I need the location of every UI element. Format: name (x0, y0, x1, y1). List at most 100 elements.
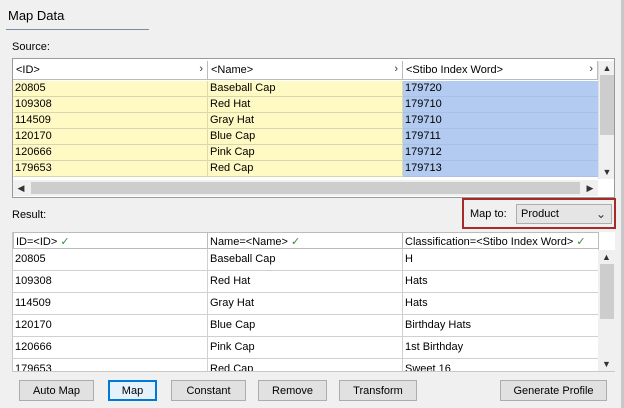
table-cell[interactable]: Blue Cap (208, 315, 403, 337)
table-cell[interactable]: 114509 (13, 293, 208, 315)
column-header-label: Name=<Name> (210, 236, 288, 248)
scroll-down-icon[interactable]: ▼ (598, 357, 615, 371)
title-underline (6, 29, 149, 30)
table-cell[interactable]: 20805 (13, 249, 208, 271)
source-grid[interactable]: <ID> › <Name> › <Stibo Index Word> › 208… (12, 58, 615, 198)
source-grid-header: <ID> › <Name> › <Stibo Index Word> › (13, 61, 598, 80)
table-cell[interactable]: Red Hat (208, 97, 403, 113)
result-grid-body: 20805 Baseball Cap H 109308 Red Hat Hats… (13, 249, 599, 371)
table-cell[interactable]: Blue Cap (208, 129, 403, 145)
table-row[interactable]: 114509 Gray Hat Hats (13, 293, 599, 315)
scroll-right-icon[interactable]: ▶ (582, 180, 598, 196)
map-to-group: Map to: Product ⌄ (462, 198, 616, 229)
table-row[interactable]: 120666 Pink Cap 1st Birthday (13, 337, 599, 359)
result-column-header-classification[interactable]: Classification=<Stibo Index Word> ✓ (403, 232, 599, 249)
chevron-right-icon: › (394, 63, 398, 75)
table-row[interactable]: 179653 Red Cap Sweet 16 (13, 359, 599, 371)
column-header-label: ID=<ID> (16, 236, 58, 248)
table-cell[interactable]: 120170 (13, 315, 208, 337)
column-header-label: <Name> (211, 64, 254, 76)
table-cell[interactable]: 114509 (13, 113, 208, 129)
table-cell[interactable]: 179713 (403, 161, 598, 177)
result-grid[interactable]: ID=<ID> ✓ Name=<Name> ✓ Classification=<… (12, 232, 615, 372)
table-cell[interactable]: 179720 (403, 81, 598, 97)
scroll-up-icon[interactable]: ▲ (598, 250, 615, 264)
source-vertical-scrollbar[interactable]: ▲ ▼ (598, 61, 614, 179)
scrollbar-thumb[interactable] (600, 75, 614, 135)
checkmark-icon: ✓ (60, 236, 70, 248)
map-button[interactable]: Map (108, 380, 157, 401)
table-cell[interactable]: 120666 (13, 337, 208, 359)
table-cell[interactable]: 120666 (13, 145, 208, 161)
source-column-header-id[interactable]: <ID> › (13, 61, 208, 80)
table-cell[interactable]: Hats (403, 271, 599, 293)
result-column-header-name[interactable]: Name=<Name> ✓ (208, 232, 403, 249)
table-cell[interactable]: 179653 (13, 359, 208, 371)
map-to-dropdown[interactable]: Product ⌄ (516, 204, 612, 224)
table-row[interactable]: 20805 Baseball Cap 179720 (13, 81, 598, 97)
chevron-right-icon: › (199, 63, 203, 75)
column-header-label: <ID> (16, 64, 40, 76)
checkmark-icon: ✓ (576, 236, 586, 248)
table-cell[interactable]: 179710 (403, 113, 598, 129)
table-cell[interactable]: Red Cap (208, 161, 403, 177)
table-cell[interactable]: Red Hat (208, 271, 403, 293)
result-column-header-id[interactable]: ID=<ID> ✓ (13, 232, 208, 249)
table-cell[interactable]: Baseball Cap (208, 249, 403, 271)
table-cell[interactable]: Pink Cap (208, 145, 403, 161)
table-cell[interactable]: Sweet 16 (403, 359, 599, 371)
table-cell[interactable]: 20805 (13, 81, 208, 97)
scroll-up-icon[interactable]: ▲ (599, 61, 615, 75)
source-column-header-stibo-index-word[interactable]: <Stibo Index Word> › (403, 61, 598, 80)
table-cell[interactable]: 179710 (403, 97, 598, 113)
button-bar: Auto Map Map Constant Remove Transform G… (0, 380, 624, 404)
table-row[interactable]: 120170 Blue Cap Birthday Hats (13, 315, 599, 337)
remove-button[interactable]: Remove (258, 380, 327, 401)
table-cell[interactable]: 179712 (403, 145, 598, 161)
table-cell[interactable]: 120170 (13, 129, 208, 145)
table-cell[interactable]: 1st Birthday (403, 337, 599, 359)
source-grid-body: 20805 Baseball Cap 179720 109308 Red Hat… (13, 81, 598, 177)
table-row[interactable]: 109308 Red Hat 179710 (13, 97, 598, 113)
source-horizontal-scrollbar[interactable]: ◀ ▶ (13, 180, 598, 196)
table-cell[interactable]: Gray Hat (208, 113, 403, 129)
table-row[interactable]: 20805 Baseball Cap H (13, 249, 599, 271)
window-title: Map Data (8, 8, 65, 23)
table-cell[interactable]: Birthday Hats (403, 315, 599, 337)
table-cell[interactable]: H (403, 249, 599, 271)
chevron-right-icon: › (589, 63, 593, 75)
table-row[interactable]: 120666 Pink Cap 179712 (13, 145, 598, 161)
transform-button[interactable]: Transform (339, 380, 417, 401)
table-cell[interactable]: Hats (403, 293, 599, 315)
table-cell[interactable]: Pink Cap (208, 337, 403, 359)
table-cell[interactable]: Gray Hat (208, 293, 403, 315)
table-cell[interactable]: Baseball Cap (208, 81, 403, 97)
source-column-header-name[interactable]: <Name> › (208, 61, 403, 80)
auto-map-button[interactable]: Auto Map (19, 380, 94, 401)
checkmark-icon: ✓ (291, 236, 301, 248)
chevron-down-icon: ⌄ (595, 207, 606, 221)
table-cell[interactable]: 109308 (13, 97, 208, 113)
scroll-left-icon[interactable]: ◀ (13, 180, 29, 196)
scrollbar-thumb[interactable] (31, 182, 580, 194)
constant-button[interactable]: Constant (171, 380, 246, 401)
source-label: Source: (12, 41, 50, 53)
table-cell[interactable]: 109308 (13, 271, 208, 293)
table-row[interactable]: 120170 Blue Cap 179711 (13, 129, 598, 145)
column-header-label: <Stibo Index Word> (406, 64, 504, 76)
result-grid-header: ID=<ID> ✓ Name=<Name> ✓ Classification=<… (13, 232, 599, 249)
result-vertical-scrollbar[interactable]: ▲ ▼ (598, 250, 615, 371)
column-header-label: Classification=<Stibo Index Word> (405, 236, 574, 248)
result-label: Result: (12, 209, 47, 221)
map-to-label: Map to: (470, 208, 507, 220)
table-row[interactable]: 114509 Gray Hat 179710 (13, 113, 598, 129)
table-cell[interactable]: Red Cap (208, 359, 403, 371)
generate-profile-button[interactable]: Generate Profile (500, 380, 607, 401)
table-row[interactable]: 179653 Red Cap 179713 (13, 161, 598, 177)
map-to-selected-value: Product (521, 208, 559, 220)
table-cell[interactable]: 179711 (403, 129, 598, 145)
table-cell[interactable]: 179653 (13, 161, 208, 177)
scroll-down-icon[interactable]: ▼ (599, 165, 615, 179)
table-row[interactable]: 109308 Red Hat Hats (13, 271, 599, 293)
scrollbar-thumb[interactable] (600, 264, 614, 319)
